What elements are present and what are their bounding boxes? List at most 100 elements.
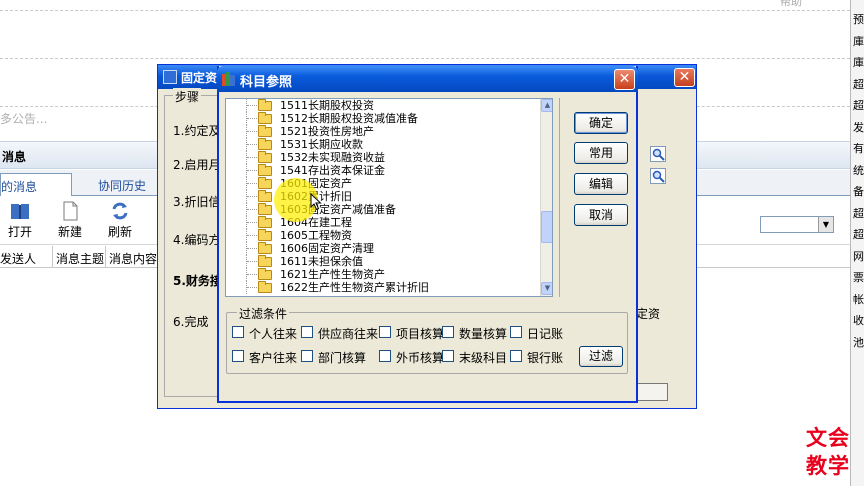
scroll-thumb[interactable] <box>541 211 552 243</box>
new-button[interactable]: 新建 <box>48 201 92 240</box>
tree-branch-line <box>247 144 257 145</box>
step-1[interactable]: 1.约定及 <box>173 122 220 139</box>
account-name: 生产性生物资产累计折旧 <box>308 281 429 294</box>
open-button[interactable]: 打开 <box>0 201 42 240</box>
scroll-up-button[interactable]: ▲ <box>541 99 552 112</box>
account-row[interactable]: 1512 长期股权投资减值准备 <box>226 112 540 125</box>
account-row[interactable]: 1521 投资性房地产 <box>226 125 540 138</box>
common-button[interactable]: 常用 <box>574 142 628 164</box>
edit-button[interactable]: 编辑 <box>574 173 628 195</box>
account-row[interactable]: 1532 未实现融资收益 <box>226 151 540 164</box>
account-row[interactable]: 1603固定资产减值准备 <box>226 203 540 216</box>
checkbox-label: 个人往来 <box>249 327 298 341</box>
account-row[interactable]: 1621 生产性生物资产 <box>226 268 540 281</box>
checkbox-label: 客户往来 <box>249 351 298 365</box>
cancel-button[interactable]: 取消 <box>574 204 628 226</box>
checkbox-box[interactable] <box>379 350 391 362</box>
tree-branch-line <box>247 222 257 223</box>
checkbox-box[interactable] <box>442 350 454 362</box>
sidebar-item[interactable]: 超 <box>853 79 864 91</box>
sidebar-item[interactable]: 有 <box>853 143 864 155</box>
account-row[interactable]: 1541 存出资本保证金 <box>226 164 540 177</box>
books-icon <box>222 72 235 86</box>
lookup-button[interactable] <box>650 168 666 184</box>
mouse-pointer-icon <box>310 193 322 211</box>
checkbox-label: 外币核算 <box>396 351 445 365</box>
tree-scrollbar[interactable]: ▲ ▼ <box>540 99 552 296</box>
account-row[interactable]: 1601固定资产 <box>226 177 540 190</box>
folder-icon <box>258 125 272 137</box>
col-content[interactable]: 消息内容 <box>109 250 157 267</box>
checkbox-box[interactable] <box>232 326 244 338</box>
checkbox-box[interactable] <box>301 326 313 338</box>
account-name: 未担保余值 <box>308 255 363 268</box>
account-row[interactable]: 1511 长期股权投资 <box>226 99 540 112</box>
magnifier-icon <box>652 170 665 183</box>
checkbox-label: 日记账 <box>527 327 564 341</box>
sidebar-item[interactable]: 庫 <box>853 57 864 69</box>
account-row[interactable]: 1604 在建工程 <box>226 216 540 229</box>
wizard-button-fragment[interactable] <box>638 383 668 401</box>
step-5[interactable]: 5.财务接 <box>173 272 222 289</box>
checkbox-box[interactable] <box>510 350 522 362</box>
folder-icon <box>258 203 272 215</box>
sidebar-item[interactable]: 收 <box>853 315 864 327</box>
sidebar-item[interactable]: 池 <box>853 337 864 349</box>
col-subject[interactable]: 消息主题 <box>56 250 104 267</box>
col-sender[interactable]: 发送人 <box>0 250 36 267</box>
sidebar-item[interactable]: 超 <box>853 208 864 220</box>
dialog-close-button[interactable]: ✕ <box>614 69 635 90</box>
sidebar-item[interactable]: 统 <box>853 165 864 177</box>
account-row[interactable]: 1606 固定资产清理 <box>226 242 540 255</box>
wizard-close-button[interactable]: ✕ <box>674 68 695 87</box>
sidebar-item[interactable]: 备 <box>853 186 864 198</box>
tree-branch-line <box>247 105 257 106</box>
tree-branch-line <box>247 209 257 210</box>
filter-button[interactable]: 过滤 <box>579 346 623 367</box>
folder-icon <box>258 255 272 267</box>
account-row[interactable]: 1611 未担保余值 <box>226 255 540 268</box>
checkbox-box[interactable] <box>510 326 522 338</box>
tab-collab-history[interactable]: 协同历史 <box>88 173 156 196</box>
lookup-button[interactable] <box>650 146 666 162</box>
sidebar-item[interactable]: 票 <box>853 272 864 284</box>
sidebar-item[interactable]: 超 <box>853 229 864 241</box>
message-bar-title: 消息 <box>2 150 27 164</box>
account-row[interactable]: 1622 生产性生物资产累计折旧 <box>226 281 540 294</box>
account-name: 长期应收款 <box>308 138 363 151</box>
checkbox-box[interactable] <box>442 326 454 338</box>
step-4[interactable]: 4.编码方 <box>173 231 220 248</box>
step-2[interactable]: 2.启用月 <box>173 156 220 173</box>
folder-icon <box>258 281 272 293</box>
notice-link[interactable]: 多公告... <box>0 110 47 127</box>
checkbox-box[interactable] <box>301 350 313 362</box>
account-tree[interactable]: 1511 长期股权投资 1512 长期股权投资减值准备 1521 投资性房地产 1531 长期… <box>225 98 553 297</box>
dialog-titlebar[interactable]: 科目参照 ✕ <box>217 66 638 92</box>
sidebar-item[interactable]: 网 <box>853 251 864 263</box>
wizard-field-label: 定资 <box>636 307 661 321</box>
sidebar-item[interactable]: 超 <box>853 100 864 112</box>
background-dropdown[interactable]: ▼ <box>760 216 834 233</box>
sidebar-item[interactable]: 发 <box>853 122 864 134</box>
account-row[interactable]: 1605 工程物资 <box>226 229 540 242</box>
chevron-down-icon[interactable]: ▼ <box>818 217 833 232</box>
col-separator <box>52 246 53 268</box>
tab-my-messages[interactable]: 的消息 <box>0 173 72 196</box>
sidebar-item[interactable]: 庫 <box>853 36 864 48</box>
checkbox-box[interactable] <box>379 326 391 338</box>
tree-branch-line <box>247 183 257 184</box>
top-right-fragment[interactable]: 帮助 <box>780 0 802 9</box>
col-separator <box>105 246 106 268</box>
account-name: 未实现融资收益 <box>308 151 385 164</box>
tree-branch-line <box>247 170 257 171</box>
checkbox-box[interactable] <box>232 350 244 362</box>
scroll-down-button[interactable]: ▼ <box>541 282 552 295</box>
sidebar-item[interactable]: 帐 <box>853 294 864 306</box>
step-6[interactable]: 6.完成 <box>173 313 208 330</box>
refresh-button[interactable]: 刷新 <box>98 201 142 240</box>
sidebar-item[interactable]: 预 <box>853 14 864 26</box>
step-3[interactable]: 3.折旧信 <box>173 193 220 210</box>
account-code: 1521 <box>280 125 308 138</box>
account-row[interactable]: 1531 长期应收款 <box>226 138 540 151</box>
ok-button[interactable]: 确定 <box>574 112 628 134</box>
